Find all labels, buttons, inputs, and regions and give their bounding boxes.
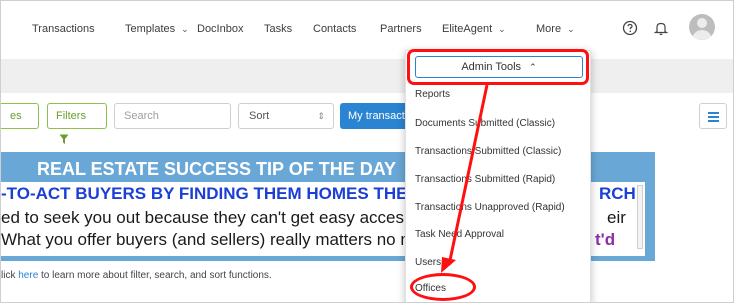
hamburger-line: [708, 116, 719, 118]
help-text-suffix: to learn more about filter, search, and …: [38, 270, 272, 281]
banner-text-line: What you offer buyers (and sellers) real…: [1, 230, 415, 249]
banner-text-line: ed to seek you out because they can't ge…: [1, 208, 405, 227]
nav-tasks[interactable]: Tasks: [264, 23, 292, 35]
menu-item-task-need-approval[interactable]: Task Need Approval: [415, 229, 504, 240]
nav-more-label: More: [536, 23, 562, 35]
offices-highlight-circle: [410, 273, 476, 301]
hamburger-line: [708, 120, 719, 122]
menu-item-transactions-submitted-classic[interactable]: Transactions Submitted (Classic): [415, 146, 561, 157]
nav-contacts[interactable]: Contacts: [313, 23, 356, 35]
nav-more[interactable]: More ⌄: [536, 23, 575, 35]
nav-eliteagent[interactable]: EliteAgent ⌄: [442, 23, 506, 35]
sort-select[interactable]: Sort ⇕: [238, 103, 334, 129]
nav-templates-label: Templates: [125, 23, 176, 35]
help-link[interactable]: here: [18, 270, 38, 281]
chevron-down-icon: ⌄: [181, 24, 189, 34]
nav-eliteagent-label: EliteAgent: [442, 23, 493, 35]
banner-text-line-end: eir: [607, 208, 626, 227]
menu-item-documents-submitted-classic[interactable]: Documents Submitted (Classic): [415, 118, 555, 129]
list-view-button[interactable]: [699, 103, 727, 129]
filter-icon: [59, 134, 69, 144]
help-text-prefix: lick: [1, 270, 19, 281]
chevron-down-icon: ⌄: [498, 24, 506, 34]
bell-icon[interactable]: [652, 19, 670, 37]
partial-left-button[interactable]: es: [1, 103, 39, 129]
menu-item-users[interactable]: Users: [415, 257, 441, 268]
top-nav: Transactions Templates ⌄ DocInbox Tasks C…: [1, 1, 733, 60]
menu-item-transactions-submitted-rapid[interactable]: Transactions Submitted (Rapid): [415, 174, 555, 185]
sort-arrows-icon: ⇕: [317, 111, 325, 121]
filters-label: Filters: [56, 110, 86, 122]
avatar-head: [697, 18, 707, 28]
sub-bar: [1, 59, 733, 94]
avatar-body: [692, 30, 712, 40]
nav-docinbox[interactable]: DocInbox: [197, 23, 243, 35]
nav-templates[interactable]: Templates ⌄: [125, 23, 189, 35]
search-input[interactable]: Search: [114, 103, 231, 129]
menu-item-transactions-unapproved-rapid[interactable]: Transactions Unapproved (Rapid): [415, 202, 565, 213]
help-circle-icon[interactable]: [621, 19, 639, 37]
menu-item-reports[interactable]: Reports: [415, 89, 450, 100]
app-window: Transactions Templates ⌄ DocInbox Tasks C…: [0, 0, 734, 303]
banner-text-line-end: t'd: [595, 230, 616, 249]
filters-button[interactable]: Filters: [47, 103, 107, 144]
admin-tools-highlight: [407, 49, 589, 85]
help-text: lick here to learn more about filter, se…: [1, 270, 272, 281]
hamburger-line: [708, 112, 719, 114]
nav-partners[interactable]: Partners: [380, 23, 422, 35]
avatar[interactable]: [689, 14, 715, 40]
banner-scrollbar[interactable]: [637, 185, 643, 249]
sort-label: Sort: [249, 110, 270, 122]
banner-headline: -TO-ACT BUYERS BY FINDING THEM HOMES THE: [1, 184, 408, 203]
my-transactions-button[interactable]: My transactio: [340, 103, 414, 129]
banner-headline-end: RCH: [599, 184, 636, 203]
chevron-down-icon: ⌄: [567, 24, 575, 34]
nav-transactions[interactable]: Transactions: [32, 23, 95, 35]
toolbar: es Filters Search Sort ⇕ My transactio: [1, 93, 733, 145]
